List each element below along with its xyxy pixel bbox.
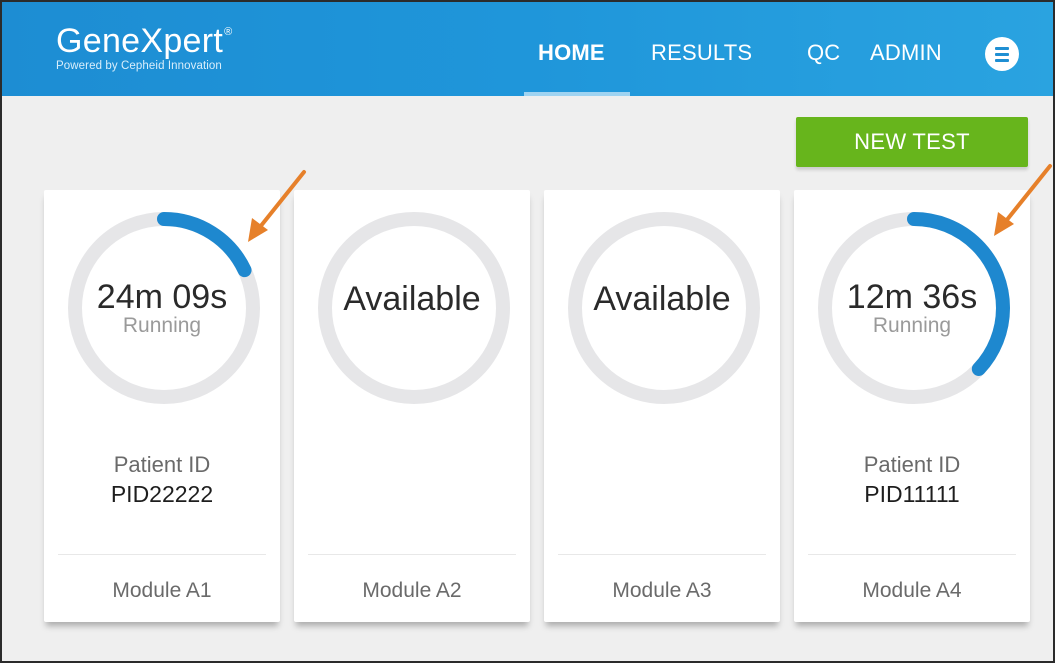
card-divider <box>308 554 516 555</box>
card-divider <box>58 554 266 555</box>
status-text: Running <box>872 314 952 337</box>
card-divider <box>808 554 1016 555</box>
module-card-a3[interactable]: Available Module A3 <box>544 190 780 622</box>
module-card-a4[interactable]: 12m 36s Running Patient ID PID11111 Modu… <box>794 190 1030 622</box>
timer-text: 24m 09s <box>96 278 228 316</box>
status-text: Available <box>593 280 731 318</box>
annotation-arrow-icon <box>994 164 1052 236</box>
module-label: Module A3 <box>612 579 712 602</box>
main-nav: HOME RESULTS QC ADMIN <box>2 40 1053 96</box>
nav-active-indicator <box>524 92 630 96</box>
new-test-button[interactable]: NEW TEST <box>796 117 1028 167</box>
nav-results[interactable]: RESULTS <box>651 40 752 66</box>
status-text: Running <box>122 314 202 337</box>
status-text: Available <box>343 280 481 318</box>
module-card-a1[interactable]: 24m 09s Running Patient ID PID22222 Modu… <box>44 190 280 622</box>
patient-id-label: Patient ID <box>863 452 961 477</box>
module-label: Module A4 <box>862 579 962 602</box>
patient-id-value: PID11111 <box>864 481 960 507</box>
patient-id-label: Patient ID <box>113 452 211 477</box>
patient-id-value: PID22222 <box>110 481 214 507</box>
nav-admin[interactable]: ADMIN <box>870 40 942 66</box>
app-window: GeneXpert® Powered by Cepheid Innovation… <box>0 0 1055 663</box>
module-card-a2[interactable]: Available Module A2 <box>294 190 530 622</box>
timer-text: 12m 36s <box>846 278 978 316</box>
module-label: Module A1 <box>112 579 212 602</box>
nav-qc[interactable]: QC <box>807 40 840 66</box>
nav-home[interactable]: HOME <box>538 40 605 66</box>
logo-trademark: ® <box>224 26 233 38</box>
annotation-arrow-icon <box>248 170 306 242</box>
menu-icon[interactable] <box>985 37 1019 71</box>
card-divider <box>558 554 766 555</box>
module-label: Module A2 <box>362 579 462 602</box>
top-bar: GeneXpert® Powered by Cepheid Innovation… <box>2 2 1053 96</box>
